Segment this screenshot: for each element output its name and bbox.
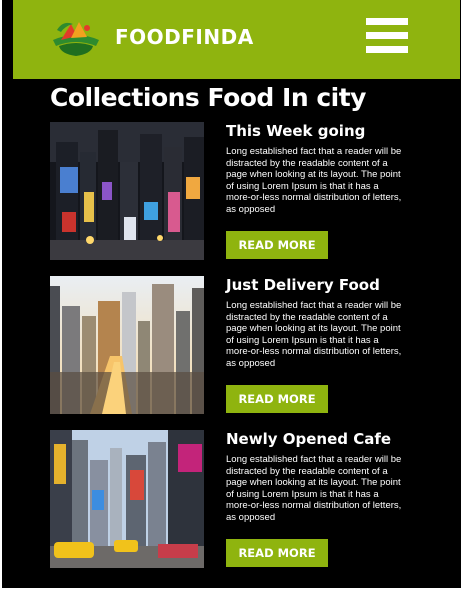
menu-bar xyxy=(366,32,408,39)
site-header: FOODFINDA xyxy=(13,0,460,79)
city-night-image[interactable] xyxy=(50,122,204,260)
hamburger-menu-icon[interactable] xyxy=(366,18,408,54)
read-more-button[interactable]: READ MORE xyxy=(226,231,328,259)
collection-card: Newly Opened Cafe Long established fact … xyxy=(50,430,401,568)
times-square-image[interactable] xyxy=(50,430,204,568)
card-title: Newly Opened Cafe xyxy=(226,430,392,448)
card-text: Long established fact that a reader will… xyxy=(226,146,402,215)
page-border-left xyxy=(0,0,2,590)
page-border-right xyxy=(461,0,475,590)
collection-card: Just Delivery Food Long established fact… xyxy=(50,276,401,414)
card-text: Long established fact that a reader will… xyxy=(226,300,402,369)
card-title: This Week going xyxy=(226,122,366,140)
menu-bar xyxy=(366,18,408,25)
card-text: Long established fact that a reader will… xyxy=(226,454,402,523)
city-sunset-image[interactable] xyxy=(50,276,204,414)
page-title: Collections Food In city xyxy=(50,83,366,112)
brand-name[interactable]: FOODFINDA xyxy=(115,25,254,49)
read-more-button[interactable]: READ MORE xyxy=(226,385,328,413)
collection-card: This Week going Long established fact th… xyxy=(50,122,401,260)
menu-bar xyxy=(366,46,408,53)
food-logo-icon[interactable] xyxy=(51,16,101,58)
read-more-button[interactable]: READ MORE xyxy=(226,539,328,567)
card-title: Just Delivery Food xyxy=(226,276,380,294)
